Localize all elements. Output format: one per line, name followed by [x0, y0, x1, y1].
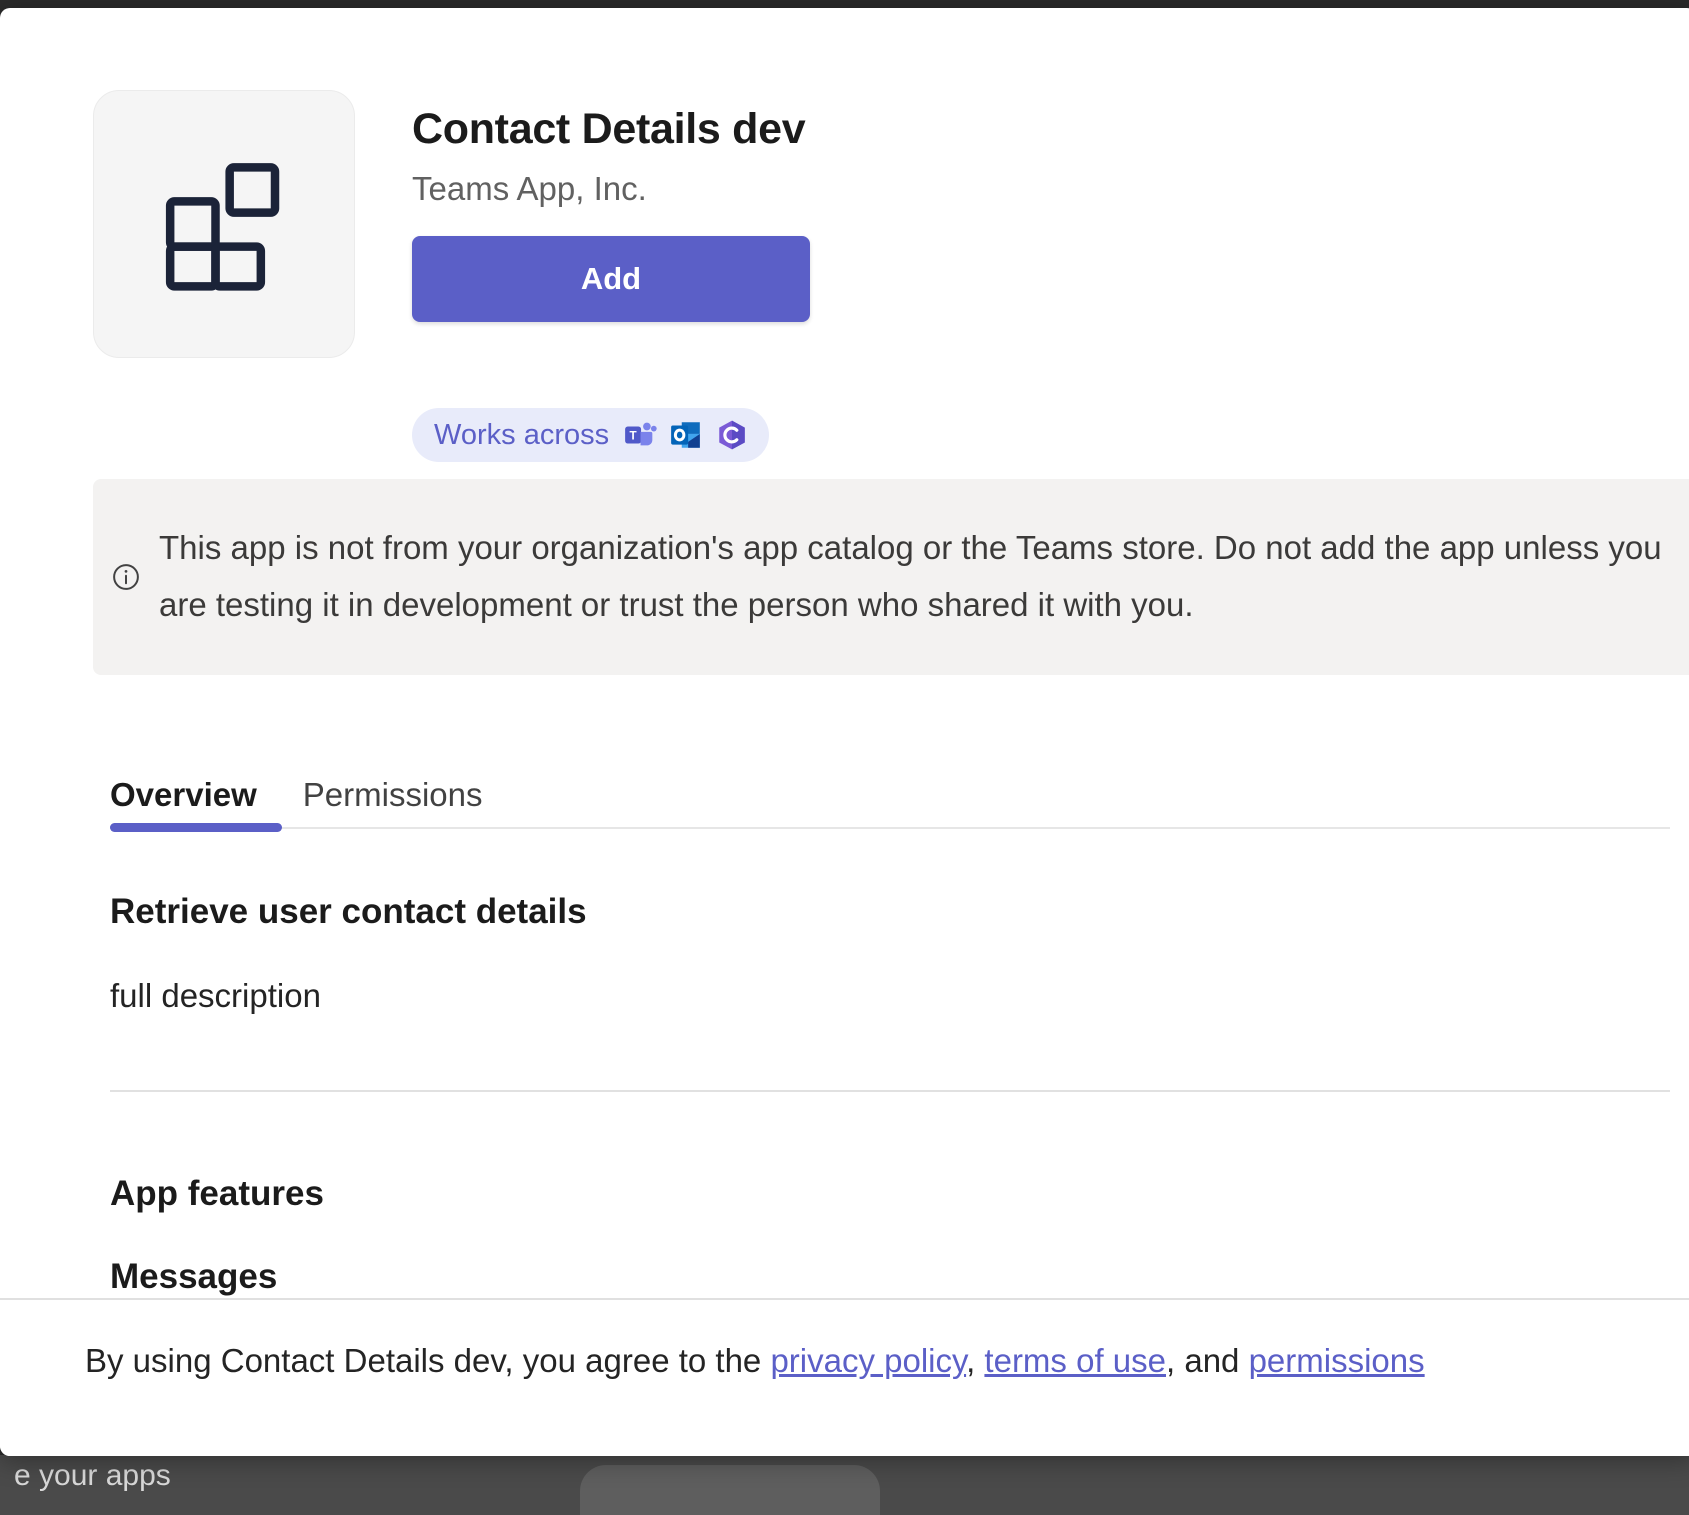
permissions-link[interactable]: permissions: [1249, 1342, 1425, 1379]
platform-icon-group: T: [623, 418, 749, 452]
microsoft-outlook-icon: [669, 418, 703, 452]
taskbar-active-window-pill[interactable]: [580, 1465, 880, 1515]
add-button[interactable]: Add: [412, 236, 810, 323]
section-divider: [110, 1090, 1670, 1092]
dialog-scroll-area[interactable]: Contact Details dev Teams App, Inc. Add …: [0, 8, 1689, 1456]
app-blocks-icon: [93, 90, 355, 358]
taskbar: e your apps: [0, 1455, 1689, 1515]
app-publisher: Teams App, Inc.: [412, 169, 647, 207]
tab-bar: Overview Permissions: [110, 730, 1670, 838]
footer-prefix: By using Contact Details dev, you agree …: [85, 1342, 771, 1379]
footer-separator-two: , and: [1166, 1342, 1249, 1379]
unverified-app-warning-banner: This app is not from your organization's…: [93, 479, 1689, 675]
tab-bottom-rule: [110, 827, 1670, 829]
taskbar-label: e your apps: [14, 1459, 171, 1492]
svg-text:T: T: [630, 429, 637, 442]
works-across-badge: Works across T: [412, 408, 770, 462]
info-circle-icon: [93, 562, 159, 592]
footer-separator-one: ,: [966, 1342, 985, 1379]
app-title: Contact Details dev: [412, 105, 806, 153]
privacy-policy-link[interactable]: privacy policy: [770, 1342, 966, 1379]
app-features-heading: App features: [110, 1174, 324, 1213]
tab-list: Overview Permissions: [110, 730, 1670, 838]
warning-message: This app is not from your organization's…: [159, 529, 1662, 623]
overview-description: full description: [110, 977, 321, 1014]
app-header-text: Contact Details dev Teams App, Inc. Add: [412, 104, 810, 323]
overview-heading: Retrieve user contact details: [110, 892, 587, 931]
app-details-dialog: Contact Details dev Teams App, Inc. Add …: [0, 8, 1689, 1456]
app-features-messages-heading: Messages: [110, 1257, 278, 1296]
works-across-label: Works across: [434, 418, 610, 451]
microsoft-teams-icon: T: [623, 418, 657, 452]
active-tab-indicator: [110, 823, 282, 832]
dialog-footer: By using Contact Details dev, you agree …: [0, 1298, 1689, 1456]
terms-of-use-link[interactable]: terms of use: [984, 1342, 1166, 1379]
microsoft-365-copilot-icon: [715, 418, 749, 452]
footer-consent-text: By using Contact Details dev, you agree …: [85, 1342, 1425, 1380]
